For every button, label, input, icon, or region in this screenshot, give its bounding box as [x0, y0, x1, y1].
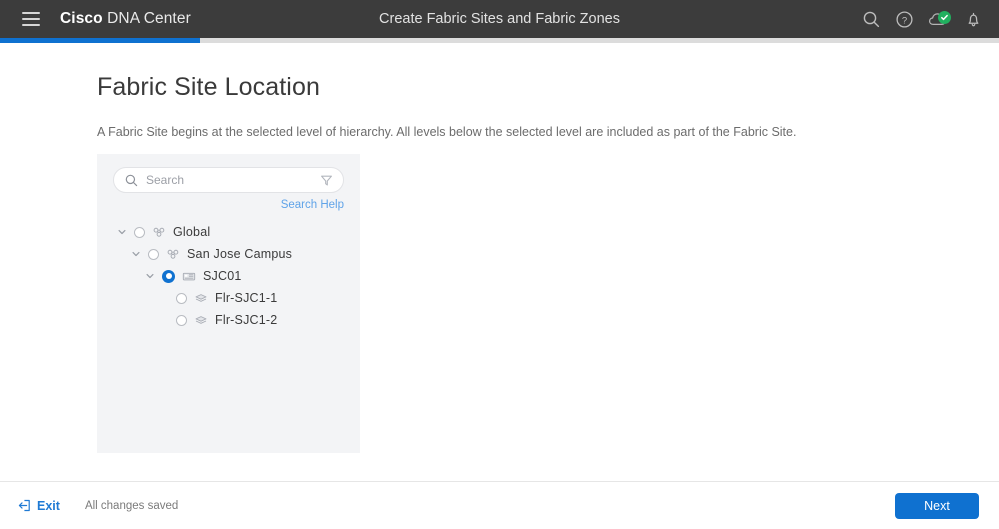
- app-header: Cisco DNA Center Create Fabric Sites and…: [0, 0, 999, 38]
- exit-button[interactable]: Exit: [18, 499, 60, 513]
- site-hierarchy-tree: Global San Jose Campus SJC01 Flr-SJC1-1 Flr-…: [97, 221, 360, 331]
- tree-node-label: Flr-SJC1-2: [215, 313, 278, 327]
- magnifier-icon: [125, 174, 138, 187]
- save-status-text: All changes saved: [84, 499, 179, 512]
- app-brand: Cisco DNA Center: [60, 10, 191, 28]
- tree-node-label: SJC01: [203, 269, 242, 283]
- brand-dna-center: DNA Center: [102, 10, 191, 27]
- tree-node-radio[interactable]: [162, 269, 175, 283]
- tree-node-label: Global: [173, 225, 211, 239]
- floor-icon: [194, 313, 208, 327]
- main-content: Fabric Site Location A Fabric Site begin…: [0, 43, 999, 453]
- tree-node-sjc01[interactable]: SJC01: [97, 265, 360, 287]
- chevron-down-icon[interactable]: [143, 269, 157, 283]
- site-group-icon: [152, 225, 166, 239]
- cloud-connected-badge: [938, 10, 951, 24]
- tree-node-global[interactable]: Global: [97, 221, 360, 243]
- search-icon[interactable]: [862, 10, 881, 29]
- help-icon[interactable]: ?: [895, 10, 914, 29]
- search-help-link[interactable]: Search Help: [97, 193, 360, 211]
- brand-cisco: Cisco: [60, 10, 103, 27]
- cloud-status-icon[interactable]: [928, 10, 951, 29]
- tree-node-radio[interactable]: [176, 314, 187, 326]
- search-input[interactable]: [146, 173, 320, 187]
- site-group-icon: [166, 247, 180, 261]
- funnel-filter-icon[interactable]: [320, 174, 333, 187]
- page-description: A Fabric Site begins at the selected lev…: [97, 125, 797, 139]
- floor-icon: [194, 291, 208, 305]
- notifications-bell-icon[interactable]: [964, 10, 983, 29]
- hamburger-icon[interactable]: [22, 12, 40, 26]
- site-hierarchy-panel: Search Help Global San Jose Campus SJC01 Fl…: [97, 154, 360, 453]
- header-icon-group: ?: [862, 10, 983, 29]
- exit-label: Exit: [37, 498, 60, 513]
- building-icon: [182, 269, 196, 283]
- next-button[interactable]: Next: [895, 492, 979, 519]
- chevron-down-icon[interactable]: [115, 225, 129, 239]
- page-title: Fabric Site Location: [97, 73, 320, 101]
- tree-node-label: Flr-SJC1-1: [215, 291, 278, 305]
- exit-arrow-icon: [18, 499, 31, 512]
- svg-text:?: ?: [902, 15, 907, 26]
- tree-node-flr-sjc1-1[interactable]: Flr-SJC1-1: [97, 287, 360, 309]
- chevron-down-icon[interactable]: [129, 247, 143, 261]
- tree-node-radio[interactable]: [148, 248, 159, 260]
- tree-node-radio[interactable]: [134, 226, 145, 238]
- wizard-footer: Exit All changes saved Next: [0, 481, 999, 529]
- search-box[interactable]: [113, 167, 344, 193]
- search-row: [97, 167, 360, 193]
- tree-node-san-jose-campus[interactable]: San Jose Campus: [97, 243, 360, 265]
- tree-node-radio[interactable]: [176, 292, 187, 304]
- tree-node-label: San Jose Campus: [187, 247, 293, 261]
- tree-node-flr-sjc1-2[interactable]: Flr-SJC1-2: [97, 309, 360, 331]
